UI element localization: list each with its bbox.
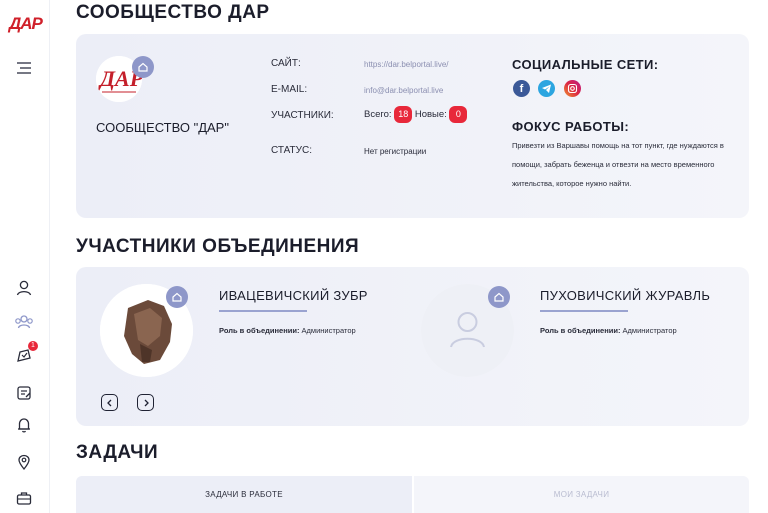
community-name: СООБЩЕСТВО "ДАР" — [96, 120, 229, 135]
focus-title: ФОКУС РАБОТЫ: — [512, 119, 630, 134]
social-title: СОЦИАЛЬНЫЕ СЕТИ: — [512, 57, 659, 72]
tasks-title: ЗАДАЧИ — [76, 442, 159, 463]
members-counts: Всего: 18 Новые: 0 — [364, 106, 468, 123]
member-role: Роль в объединении: Администратор — [219, 326, 356, 335]
member-role: Роль в объединении: Администратор — [540, 326, 677, 335]
members-card: ИВАЦЕВИЧСКИЙ ЗУБР Роль в объединении: Ад… — [76, 267, 749, 426]
member-name[interactable]: ПУХОВИЧСКИЙ ЖУРАВЛЬ — [540, 288, 710, 303]
checklist-icon[interactable] — [13, 382, 35, 404]
total-label: Всего: — [364, 109, 392, 121]
facebook-icon[interactable]: f — [513, 80, 530, 97]
instagram-icon[interactable] — [564, 80, 581, 97]
telegram-icon[interactable] — [538, 80, 555, 97]
email-label: E-MAIL: — [271, 84, 308, 95]
tab-my-tasks[interactable]: МОИ ЗАДАЧИ — [414, 476, 749, 513]
tab-tasks-in-progress[interactable]: ЗАДАЧИ В РАБОТЕ — [76, 476, 412, 513]
members-section-title: УЧАСТНИКИ ОБЪЕДИНЕНИЯ — [76, 236, 360, 257]
tasks-badge-icon[interactable]: 1 — [13, 341, 38, 366]
role-label: Роль в объединении: — [219, 326, 300, 335]
email-link[interactable]: info@dar.belportal.live — [364, 86, 443, 95]
member-name-underline — [540, 310, 628, 312]
app-logo[interactable]: ДАР — [9, 14, 43, 40]
new-count-badge: 0 — [449, 106, 468, 123]
prev-arrow-button[interactable] — [101, 394, 118, 411]
menu-toggle-icon[interactable] — [14, 60, 34, 76]
community-title: СООБЩЕСТВО ДАР — [76, 2, 270, 23]
community-card: ДАР СООБЩЕСТВО "ДАР" САЙТ: https://dar.b… — [76, 34, 749, 218]
role-label: Роль в объединении: — [540, 326, 621, 335]
home-badge-icon[interactable] — [488, 286, 510, 308]
role-value: Администратор — [622, 326, 677, 335]
briefcase-icon[interactable] — [13, 487, 35, 509]
home-badge-icon[interactable] — [166, 286, 188, 308]
sidebar: ДАР 1 — [0, 0, 50, 513]
next-arrow-button[interactable] — [137, 394, 154, 411]
community-icon[interactable] — [13, 311, 35, 333]
status-label: СТАТУС: — [271, 145, 313, 156]
bell-icon[interactable] — [13, 414, 35, 436]
home-badge-icon[interactable] — [132, 56, 154, 78]
total-count-badge: 18 — [394, 106, 413, 123]
site-label: САЙТ: — [271, 58, 301, 69]
member-name[interactable]: ИВАЦЕВИЧСКИЙ ЗУБР — [219, 288, 368, 303]
member-name-underline — [219, 310, 307, 312]
focus-text: Привезти из Варшавы помощь на тот пункт,… — [512, 141, 724, 188]
members-label: УЧАСТНИКИ: — [271, 110, 334, 121]
notification-badge: 1 — [28, 341, 38, 351]
map-pin-icon[interactable] — [13, 451, 35, 473]
status-value: Нет регистрации — [364, 147, 427, 156]
role-value: Администратор — [301, 326, 356, 335]
site-link[interactable]: https://dar.belportal.live/ — [364, 60, 449, 69]
new-label: Новые: — [414, 109, 447, 121]
profile-icon[interactable] — [13, 277, 35, 299]
main-content: СООБЩЕСТВО ДАР ДАР СООБЩЕСТВО "ДАР" САЙТ… — [50, 0, 768, 513]
